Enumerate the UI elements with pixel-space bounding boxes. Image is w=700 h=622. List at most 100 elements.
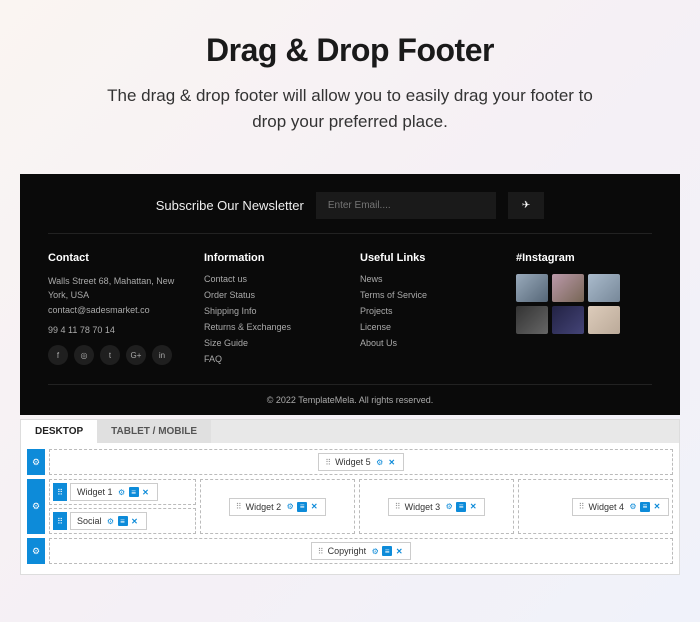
builder-cell[interactable]: ⠿ Copyright ⚙≡✕ bbox=[49, 538, 673, 564]
information-heading: Information bbox=[204, 252, 340, 264]
instagram-thumb[interactable] bbox=[552, 306, 584, 334]
instagram-icon[interactable]: ◎ bbox=[74, 345, 94, 365]
instagram-heading: #Instagram bbox=[516, 252, 652, 264]
footer-col-information: Information Contact us Order Status Ship… bbox=[204, 252, 340, 370]
col-handle[interactable]: ⠿ bbox=[53, 483, 67, 501]
drag-icon: ⠿ bbox=[579, 502, 585, 511]
info-link[interactable]: Shipping Info bbox=[204, 306, 340, 316]
gear-icon[interactable]: ⚙ bbox=[628, 502, 638, 512]
instagram-thumb[interactable] bbox=[588, 306, 620, 334]
widget-chip-widget4[interactable]: ⠿ Widget 4 ⚙≡✕ bbox=[572, 498, 669, 516]
gear-icon: ⚙ bbox=[32, 457, 40, 468]
widget-chip-widget5[interactable]: ⠿ Widget 5 ⚙✕ bbox=[318, 453, 403, 471]
drag-icon: ⠿ bbox=[236, 502, 242, 511]
useful-heading: Useful Links bbox=[360, 252, 496, 264]
layout-icon[interactable]: ≡ bbox=[129, 487, 139, 497]
page-description: The drag & drop footer will allow you to… bbox=[90, 83, 610, 134]
layout-icon[interactable]: ≡ bbox=[456, 502, 466, 512]
builder-cell[interactable]: ⠿ Widget 3 ⚙≡✕ bbox=[359, 479, 514, 534]
builder-cell[interactable]: ⠿ Widget 5 ⚙✕ bbox=[49, 449, 673, 475]
gear-icon[interactable]: ⚙ bbox=[285, 502, 295, 512]
newsletter-label: Subscribe Our Newsletter bbox=[156, 198, 304, 213]
col-handle[interactable]: ⠿ bbox=[53, 512, 67, 530]
widget-label: Widget 4 bbox=[588, 502, 624, 512]
row-settings-handle[interactable]: ⚙ bbox=[27, 449, 45, 475]
instagram-thumb[interactable] bbox=[588, 274, 620, 302]
page-title: Drag & Drop Footer bbox=[40, 32, 660, 69]
builder-cell[interactable]: ⠿ Widget 4 ⚙≡✕ bbox=[518, 479, 673, 534]
footer-col-contact: Contact Walls Street 68, Mahattan, New Y… bbox=[48, 252, 184, 370]
close-icon[interactable]: ✕ bbox=[130, 516, 140, 526]
footer-builder: DESKTOP TABLET / MOBILE ⚙ ⠿ Widget 5 ⚙✕ … bbox=[20, 419, 680, 575]
tab-desktop[interactable]: DESKTOP bbox=[21, 420, 97, 443]
facebook-icon[interactable]: f bbox=[48, 345, 68, 365]
contact-phone: 99 4 11 78 70 14 bbox=[48, 325, 184, 335]
useful-link[interactable]: License bbox=[360, 322, 496, 332]
contact-heading: Contact bbox=[48, 252, 184, 264]
close-icon[interactable]: ✕ bbox=[394, 546, 404, 556]
widget-chip-widget3[interactable]: ⠿ Widget 3 ⚙≡✕ bbox=[388, 498, 485, 516]
gear-icon: ⚙ bbox=[32, 501, 40, 512]
close-icon[interactable]: ✕ bbox=[652, 502, 662, 512]
builder-cell[interactable]: ⠿ Social ⚙≡✕ bbox=[49, 508, 196, 534]
newsletter-submit-button[interactable]: ✈ bbox=[508, 192, 544, 219]
instagram-thumb[interactable] bbox=[516, 274, 548, 302]
row-settings-handle[interactable]: ⚙ bbox=[27, 479, 45, 534]
drag-icon: ⠿ bbox=[318, 547, 324, 556]
layout-icon[interactable]: ≡ bbox=[297, 502, 307, 512]
tab-tablet-mobile[interactable]: TABLET / MOBILE bbox=[97, 420, 211, 443]
row-settings-handle[interactable]: ⚙ bbox=[27, 538, 45, 564]
info-link[interactable]: Contact us bbox=[204, 274, 340, 284]
info-link[interactable]: Size Guide bbox=[204, 338, 340, 348]
widget-label: Widget 3 bbox=[405, 502, 441, 512]
close-icon[interactable]: ✕ bbox=[141, 487, 151, 497]
widget-chip-copyright[interactable]: ⠿ Copyright ⚙≡✕ bbox=[311, 542, 411, 560]
widget-label: Copyright bbox=[328, 546, 367, 556]
footer-col-useful: Useful Links News Terms of Service Proje… bbox=[360, 252, 496, 370]
builder-row: ⚙ ⠿ Widget 1 ⚙≡✕ ⠿ Social ⚙≡✕ bbox=[27, 479, 673, 534]
instagram-thumb[interactable] bbox=[552, 274, 584, 302]
widget-label: Widget 5 bbox=[335, 457, 371, 467]
info-link[interactable]: Order Status bbox=[204, 290, 340, 300]
gear-icon: ⚙ bbox=[32, 546, 40, 557]
instagram-thumb[interactable] bbox=[516, 306, 548, 334]
widget-label: Widget 2 bbox=[246, 502, 282, 512]
info-link[interactable]: Returns & Exchanges bbox=[204, 322, 340, 332]
paper-plane-icon: ✈ bbox=[522, 200, 530, 211]
widget-label: Social bbox=[77, 516, 102, 526]
footer-preview: Subscribe Our Newsletter ✈ Contact Walls… bbox=[20, 174, 680, 415]
widget-chip-social[interactable]: Social ⚙≡✕ bbox=[70, 512, 147, 530]
close-icon[interactable]: ✕ bbox=[468, 502, 478, 512]
useful-link[interactable]: Terms of Service bbox=[360, 290, 496, 300]
footer-col-instagram: #Instagram bbox=[516, 252, 652, 370]
close-icon[interactable]: ✕ bbox=[309, 502, 319, 512]
contact-email: contact@sadesmarket.co bbox=[48, 303, 184, 317]
newsletter-email-input[interactable] bbox=[316, 192, 496, 219]
close-icon[interactable]: ✕ bbox=[387, 457, 397, 467]
builder-cell[interactable]: ⠿ Widget 1 ⚙≡✕ bbox=[49, 479, 196, 505]
builder-row: ⚙ ⠿ Copyright ⚙≡✕ bbox=[27, 538, 673, 564]
copyright-text: © 2022 TemplateMela. All rights reserved… bbox=[48, 384, 652, 415]
builder-cell[interactable]: ⠿ Widget 2 ⚙≡✕ bbox=[200, 479, 355, 534]
linkedin-icon[interactable]: in bbox=[152, 345, 172, 365]
useful-link[interactable]: Projects bbox=[360, 306, 496, 316]
gear-icon[interactable]: ⚙ bbox=[117, 487, 127, 497]
useful-link[interactable]: About Us bbox=[360, 338, 496, 348]
builder-row: ⚙ ⠿ Widget 5 ⚙✕ bbox=[27, 449, 673, 475]
widget-chip-widget2[interactable]: ⠿ Widget 2 ⚙≡✕ bbox=[229, 498, 326, 516]
layout-icon[interactable]: ≡ bbox=[382, 546, 392, 556]
drag-icon: ⠿ bbox=[325, 458, 331, 467]
widget-label: Widget 1 bbox=[77, 487, 113, 497]
useful-link[interactable]: News bbox=[360, 274, 496, 284]
widget-chip-widget1[interactable]: Widget 1 ⚙≡✕ bbox=[70, 483, 158, 501]
gear-icon[interactable]: ⚙ bbox=[375, 457, 385, 467]
gear-icon[interactable]: ⚙ bbox=[444, 502, 454, 512]
gear-icon[interactable]: ⚙ bbox=[106, 516, 116, 526]
layout-icon[interactable]: ≡ bbox=[118, 516, 128, 526]
googleplus-icon[interactable]: G+ bbox=[126, 345, 146, 365]
gear-icon[interactable]: ⚙ bbox=[370, 546, 380, 556]
contact-address: Walls Street 68, Mahattan, New York, USA bbox=[48, 274, 184, 303]
layout-icon[interactable]: ≡ bbox=[640, 502, 650, 512]
twitter-icon[interactable]: t bbox=[100, 345, 120, 365]
info-link[interactable]: FAQ bbox=[204, 354, 340, 364]
